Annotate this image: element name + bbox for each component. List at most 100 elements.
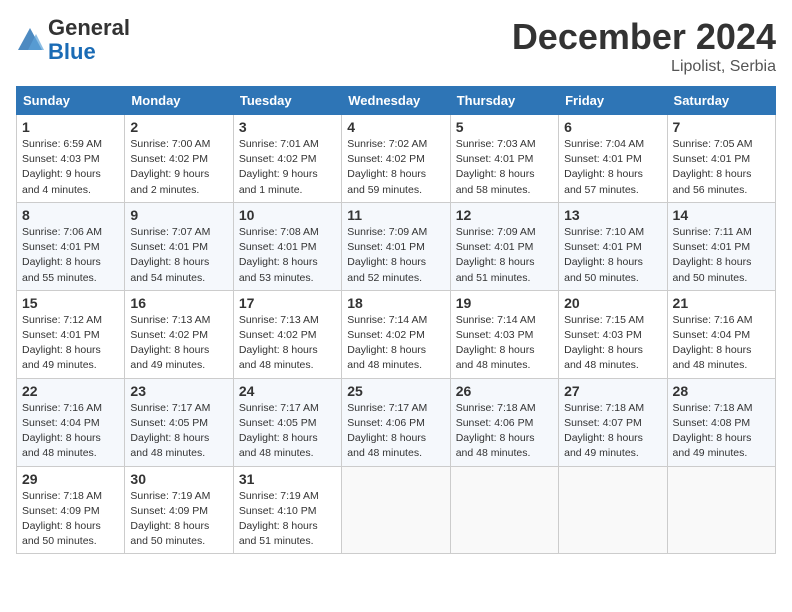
day-number: 17 xyxy=(239,295,336,311)
day-info: Sunrise: 7:10 AM Sunset: 4:01 PM Dayligh… xyxy=(564,225,661,286)
calendar-day-cell: 25 Sunrise: 7:17 AM Sunset: 4:06 PM Dayli… xyxy=(342,378,450,466)
empty-cell xyxy=(559,466,667,554)
day-info: Sunrise: 7:18 AM Sunset: 4:08 PM Dayligh… xyxy=(673,401,770,462)
title-area: December 2024 Lipolist, Serbia xyxy=(512,16,776,76)
col-thursday: Thursday xyxy=(450,87,558,115)
col-sunday: Sunday xyxy=(17,87,125,115)
calendar-day-cell: 27 Sunrise: 7:18 AM Sunset: 4:07 PM Dayli… xyxy=(559,378,667,466)
day-info: Sunrise: 7:00 AM Sunset: 4:02 PM Dayligh… xyxy=(130,137,227,198)
day-number: 9 xyxy=(130,207,227,223)
calendar-day-cell: 15 Sunrise: 7:12 AM Sunset: 4:01 PM Dayli… xyxy=(17,290,125,378)
day-number: 6 xyxy=(564,119,661,135)
day-info: Sunrise: 7:17 AM Sunset: 4:05 PM Dayligh… xyxy=(239,401,336,462)
calendar-header-row: Sunday Monday Tuesday Wednesday Thursday… xyxy=(17,87,776,115)
day-info: Sunrise: 6:59 AM Sunset: 4:03 PM Dayligh… xyxy=(22,137,119,198)
calendar-day-cell: 7 Sunrise: 7:05 AM Sunset: 4:01 PM Daylig… xyxy=(667,115,775,203)
day-info: Sunrise: 7:13 AM Sunset: 4:02 PM Dayligh… xyxy=(239,313,336,374)
day-number: 15 xyxy=(22,295,119,311)
calendar-day-cell: 8Sunrise: 7:06 AM Sunset: 4:01 PM Daylig… xyxy=(17,202,125,290)
calendar-day-cell: 18 Sunrise: 7:14 AM Sunset: 4:02 PM Dayli… xyxy=(342,290,450,378)
logo: General Blue xyxy=(16,16,130,64)
day-number: 4 xyxy=(347,119,444,135)
calendar-day-cell: 20 Sunrise: 7:15 AM Sunset: 4:03 PM Dayli… xyxy=(559,290,667,378)
day-number: 25 xyxy=(347,383,444,399)
calendar-day-cell: 22 Sunrise: 7:16 AM Sunset: 4:04 PM Dayli… xyxy=(17,378,125,466)
day-number: 26 xyxy=(456,383,553,399)
calendar-day-cell: 4 Sunrise: 7:02 AM Sunset: 4:02 PM Daylig… xyxy=(342,115,450,203)
day-number: 14 xyxy=(673,207,770,223)
col-saturday: Saturday xyxy=(667,87,775,115)
calendar-day-cell: 2 Sunrise: 7:00 AM Sunset: 4:02 PM Daylig… xyxy=(125,115,233,203)
day-number: 24 xyxy=(239,383,336,399)
logo-general-text: General xyxy=(48,15,130,40)
calendar-day-cell: 17 Sunrise: 7:13 AM Sunset: 4:02 PM Dayli… xyxy=(233,290,341,378)
day-info: Sunrise: 7:09 AM Sunset: 4:01 PM Dayligh… xyxy=(347,225,444,286)
col-wednesday: Wednesday xyxy=(342,87,450,115)
calendar-day-cell: 30Sunrise: 7:19 AM Sunset: 4:09 PM Dayli… xyxy=(125,466,233,554)
page-header: General Blue December 2024 Lipolist, Ser… xyxy=(16,16,776,76)
day-number: 27 xyxy=(564,383,661,399)
day-info: Sunrise: 7:03 AM Sunset: 4:01 PM Dayligh… xyxy=(456,137,553,198)
col-friday: Friday xyxy=(559,87,667,115)
calendar-day-cell: 24 Sunrise: 7:17 AM Sunset: 4:05 PM Dayli… xyxy=(233,378,341,466)
day-info: Sunrise: 7:19 AM Sunset: 4:09 PM Dayligh… xyxy=(130,489,227,550)
calendar-day-cell: 23Sunrise: 7:17 AM Sunset: 4:05 PM Dayli… xyxy=(125,378,233,466)
day-number: 3 xyxy=(239,119,336,135)
calendar-day-cell: 1Sunrise: 6:59 AM Sunset: 4:03 PM Daylig… xyxy=(17,115,125,203)
day-number: 13 xyxy=(564,207,661,223)
day-number: 16 xyxy=(130,295,227,311)
day-info: Sunrise: 7:16 AM Sunset: 4:04 PM Dayligh… xyxy=(673,313,770,374)
day-info: Sunrise: 7:14 AM Sunset: 4:02 PM Dayligh… xyxy=(347,313,444,374)
day-number: 2 xyxy=(130,119,227,135)
day-number: 7 xyxy=(673,119,770,135)
calendar-week-row: 22 Sunrise: 7:16 AM Sunset: 4:04 PM Dayli… xyxy=(17,378,776,466)
day-number: 8 xyxy=(22,207,119,223)
day-info: Sunrise: 7:16 AM Sunset: 4:04 PM Dayligh… xyxy=(22,401,119,462)
calendar-week-row: 15 Sunrise: 7:12 AM Sunset: 4:01 PM Dayli… xyxy=(17,290,776,378)
day-number: 23 xyxy=(130,383,227,399)
day-info: Sunrise: 7:18 AM Sunset: 4:07 PM Dayligh… xyxy=(564,401,661,462)
day-number: 22 xyxy=(22,383,119,399)
logo-blue-text: Blue xyxy=(48,39,96,64)
day-info: Sunrise: 7:17 AM Sunset: 4:06 PM Dayligh… xyxy=(347,401,444,462)
day-info: Sunrise: 7:05 AM Sunset: 4:01 PM Dayligh… xyxy=(673,137,770,198)
calendar-day-cell: 26 Sunrise: 7:18 AM Sunset: 4:06 PM Dayli… xyxy=(450,378,558,466)
calendar-day-cell: 13 Sunrise: 7:10 AM Sunset: 4:01 PM Dayli… xyxy=(559,202,667,290)
day-number: 11 xyxy=(347,207,444,223)
empty-cell xyxy=(450,466,558,554)
calendar-day-cell: 28 Sunrise: 7:18 AM Sunset: 4:08 PM Dayli… xyxy=(667,378,775,466)
day-number: 28 xyxy=(673,383,770,399)
calendar-day-cell: 6 Sunrise: 7:04 AM Sunset: 4:01 PM Daylig… xyxy=(559,115,667,203)
calendar-day-cell: 12Sunrise: 7:09 AM Sunset: 4:01 PM Dayli… xyxy=(450,202,558,290)
day-info: Sunrise: 7:12 AM Sunset: 4:01 PM Dayligh… xyxy=(22,313,119,374)
day-info: Sunrise: 7:14 AM Sunset: 4:03 PM Dayligh… xyxy=(456,313,553,374)
calendar-week-row: 1Sunrise: 6:59 AM Sunset: 4:03 PM Daylig… xyxy=(17,115,776,203)
day-info: Sunrise: 7:04 AM Sunset: 4:01 PM Dayligh… xyxy=(564,137,661,198)
calendar-week-row: 8Sunrise: 7:06 AM Sunset: 4:01 PM Daylig… xyxy=(17,202,776,290)
empty-cell xyxy=(667,466,775,554)
location-subtitle: Lipolist, Serbia xyxy=(512,58,776,76)
day-number: 21 xyxy=(673,295,770,311)
day-info: Sunrise: 7:08 AM Sunset: 4:01 PM Dayligh… xyxy=(239,225,336,286)
day-number: 31 xyxy=(239,471,336,487)
calendar-day-cell: 16 Sunrise: 7:13 AM Sunset: 4:02 PM Dayli… xyxy=(125,290,233,378)
day-info: Sunrise: 7:09 AM Sunset: 4:01 PM Dayligh… xyxy=(456,225,553,286)
day-number: 29 xyxy=(22,471,119,487)
calendar-day-cell: 9Sunrise: 7:07 AM Sunset: 4:01 PM Daylig… xyxy=(125,202,233,290)
col-monday: Monday xyxy=(125,87,233,115)
day-info: Sunrise: 7:18 AM Sunset: 4:06 PM Dayligh… xyxy=(456,401,553,462)
day-number: 5 xyxy=(456,119,553,135)
day-info: Sunrise: 7:15 AM Sunset: 4:03 PM Dayligh… xyxy=(564,313,661,374)
day-number: 10 xyxy=(239,207,336,223)
calendar-day-cell: 5 Sunrise: 7:03 AM Sunset: 4:01 PM Daylig… xyxy=(450,115,558,203)
day-info: Sunrise: 7:02 AM Sunset: 4:02 PM Dayligh… xyxy=(347,137,444,198)
day-info: Sunrise: 7:13 AM Sunset: 4:02 PM Dayligh… xyxy=(130,313,227,374)
calendar-day-cell: 29 Sunrise: 7:18 AM Sunset: 4:09 PM Dayli… xyxy=(17,466,125,554)
day-number: 19 xyxy=(456,295,553,311)
empty-cell xyxy=(342,466,450,554)
day-info: Sunrise: 7:18 AM Sunset: 4:09 PM Dayligh… xyxy=(22,489,119,550)
calendar-day-cell: 31Sunrise: 7:19 AM Sunset: 4:10 PM Dayli… xyxy=(233,466,341,554)
day-info: Sunrise: 7:11 AM Sunset: 4:01 PM Dayligh… xyxy=(673,225,770,286)
day-number: 18 xyxy=(347,295,444,311)
day-number: 20 xyxy=(564,295,661,311)
